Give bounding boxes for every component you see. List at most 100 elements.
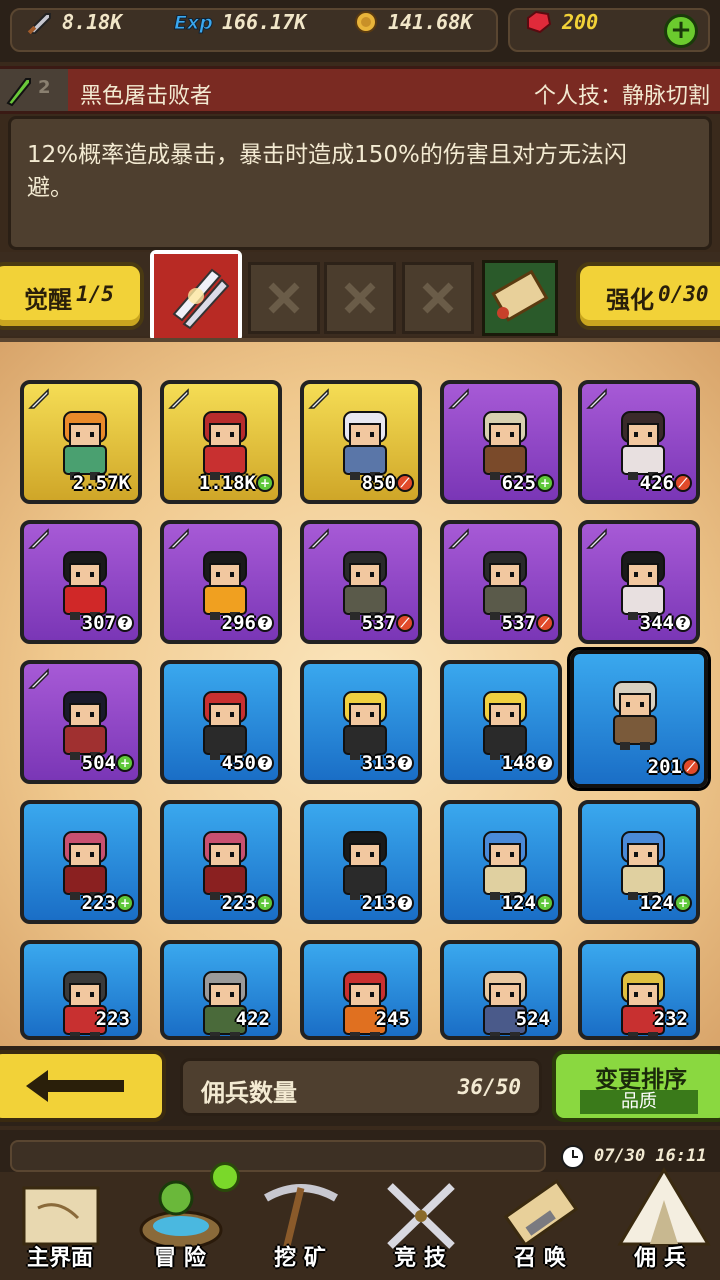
mercenary-portrait [483, 551, 527, 620]
mercenary-card[interactable]: 223 + [160, 800, 282, 924]
equip-slash-icon: ⟋ [396, 474, 414, 492]
mercenary-card[interactable]: 2.57K [20, 380, 142, 504]
mercenary-card[interactable]: 1.18K + [160, 380, 282, 504]
nav-mercenary-label: 佣 兵 [634, 1246, 686, 1271]
weapon-type-icon [28, 668, 49, 689]
mercenary-level: 232 [653, 1008, 688, 1030]
mercenary-count-value: 36/50 [457, 1075, 521, 1099]
adventure-notification-dot [210, 1162, 240, 1192]
mercenary-card[interactable]: 850 ⟋ [300, 380, 422, 504]
enhance-count: 0/30 [658, 282, 709, 306]
mercenary-level: 201 [647, 756, 682, 778]
mercenary-level: 1.18K [198, 472, 256, 494]
mercenary-level: 124 [639, 892, 674, 914]
mercenary-card[interactable]: 201 ⟋ [570, 650, 708, 788]
mercenary-card[interactable]: 307? [20, 520, 142, 644]
nav-arena-label: 竞 技 [394, 1246, 446, 1271]
mercenary-level: 625 [501, 472, 536, 494]
mercenary-card[interactable]: 245 [300, 940, 422, 1040]
scroll-item-slot[interactable] [482, 260, 558, 336]
mercenary-card[interactable]: 213? [300, 800, 422, 924]
back-button[interactable] [0, 1050, 166, 1122]
sort-mode-label: 品质 [580, 1090, 698, 1114]
change-sort-button[interactable]: 变更排序 品质 [552, 1050, 720, 1122]
unknown-question-icon: ? [536, 754, 554, 772]
awaken-slot-locked [402, 262, 474, 334]
mercenary-card[interactable]: 124 + [440, 800, 562, 924]
mercenary-card[interactable]: 232 [578, 940, 700, 1040]
mercenary-count-panel: 佣兵数量 36/50 [180, 1058, 542, 1116]
skill-description-line1: 12%概率造成暴击，暴击时造成150%的伤害且对方无法闪 [27, 142, 627, 168]
skill-sword-icon [6, 78, 31, 107]
mercenary-level: 504 [81, 752, 116, 774]
mercenary-portrait [203, 551, 247, 620]
mercenary-card[interactable]: 504 + [20, 660, 142, 784]
change-sort-label: 变更排序 [595, 1067, 687, 1093]
awaken-slot-active[interactable] [150, 250, 242, 342]
mercenary-portrait [483, 831, 527, 900]
weapon-type-icon [308, 388, 329, 409]
skill-description-panel: 12%概率造成暴击，暴击时造成150%的伤害且对方无法闪 避。 [8, 116, 712, 250]
mercenary-card[interactable]: 344? [578, 520, 700, 644]
awaken-button[interactable]: 觉醒 1/5 [0, 262, 144, 330]
mercenary-level: 537 [501, 612, 536, 634]
equip-slash-icon: ⟋ [536, 614, 554, 632]
weapon-type-icon [448, 388, 469, 409]
mercenary-card[interactable]: 537 ⟋ [440, 520, 562, 644]
mercenary-portrait [63, 551, 107, 620]
weapon-type-icon [28, 528, 49, 549]
unknown-question-icon: ? [674, 614, 692, 632]
unknown-question-icon: ? [256, 754, 274, 772]
scroll-icon [491, 269, 549, 322]
mercenary-level: 524 [515, 1008, 550, 1030]
mercenary-card[interactable]: 296? [160, 520, 282, 644]
enhance-button[interactable]: 强化 0/30 [576, 262, 720, 330]
mercenary-level: 450 [221, 752, 256, 774]
mercenary-level: 422 [235, 1008, 270, 1030]
add-gems-button[interactable]: + [664, 14, 698, 48]
mercenary-level: 124 [501, 892, 536, 914]
nav-adventure-label: 冒 险 [154, 1246, 206, 1271]
mercenary-card[interactable]: 426 ⟋ [578, 380, 700, 504]
unknown-question-icon: ? [116, 614, 134, 632]
mercenary-card[interactable]: 422 [160, 940, 282, 1040]
mercenary-portrait [483, 691, 527, 760]
mercenary-level: 223 [81, 892, 116, 914]
nav-mercenary[interactable]: 佣 兵 [600, 1167, 720, 1280]
mercenary-card[interactable]: 524 [440, 940, 562, 1040]
mercenary-card[interactable]: 625 + [440, 380, 562, 504]
enhance-label: 强化 [606, 286, 654, 314]
mercenary-card[interactable]: 537 ⟋ [300, 520, 422, 644]
nav-adventure[interactable]: 冒 险 [120, 1162, 240, 1280]
back-arrow-icon [26, 1070, 124, 1102]
nav-mine[interactable]: 挖 矿 [240, 1172, 360, 1280]
mercenary-level: 2.57K [72, 472, 130, 494]
nav-arena[interactable]: 竞 技 [360, 1172, 480, 1280]
locked-x-icon [268, 282, 300, 314]
mercenary-card[interactable]: 313? [300, 660, 422, 784]
mercenary-level: 850 [361, 472, 396, 494]
nav-summon[interactable]: 召 唤 [480, 1172, 600, 1280]
mercenary-portrait [203, 411, 247, 480]
gem-value: 200 [562, 10, 599, 34]
unknown-question-icon: ? [256, 614, 274, 632]
mercenary-card[interactable]: 148? [440, 660, 562, 784]
mercenary-level: 223 [95, 1008, 130, 1030]
mercenary-card[interactable]: 124 + [578, 800, 700, 924]
nav-home[interactable]: 主界面 [0, 1172, 120, 1280]
clock-time: 07/30 16:11 [594, 1146, 707, 1166]
upgrade-plus-icon: + [674, 894, 692, 912]
gold-value: 141.68K [388, 10, 473, 34]
skill-description: 12%概率造成暴击，暴击时造成150%的伤害且对方无法闪 避。 [27, 139, 707, 205]
clock-icon [561, 1145, 585, 1169]
message-field [10, 1140, 546, 1172]
upgrade-plus-icon: + [256, 894, 274, 912]
weapon-type-icon [586, 388, 607, 409]
blade-skill-icon [154, 254, 238, 338]
mercenary-card[interactable]: 450? [160, 660, 282, 784]
mercenary-card[interactable]: 223 [20, 940, 142, 1040]
locked-x-icon [344, 282, 376, 314]
skill-name: 黑色屠击败者 [80, 84, 213, 109]
awaken-count: 1/5 [76, 282, 114, 306]
mercenary-card[interactable]: 223 + [20, 800, 142, 924]
